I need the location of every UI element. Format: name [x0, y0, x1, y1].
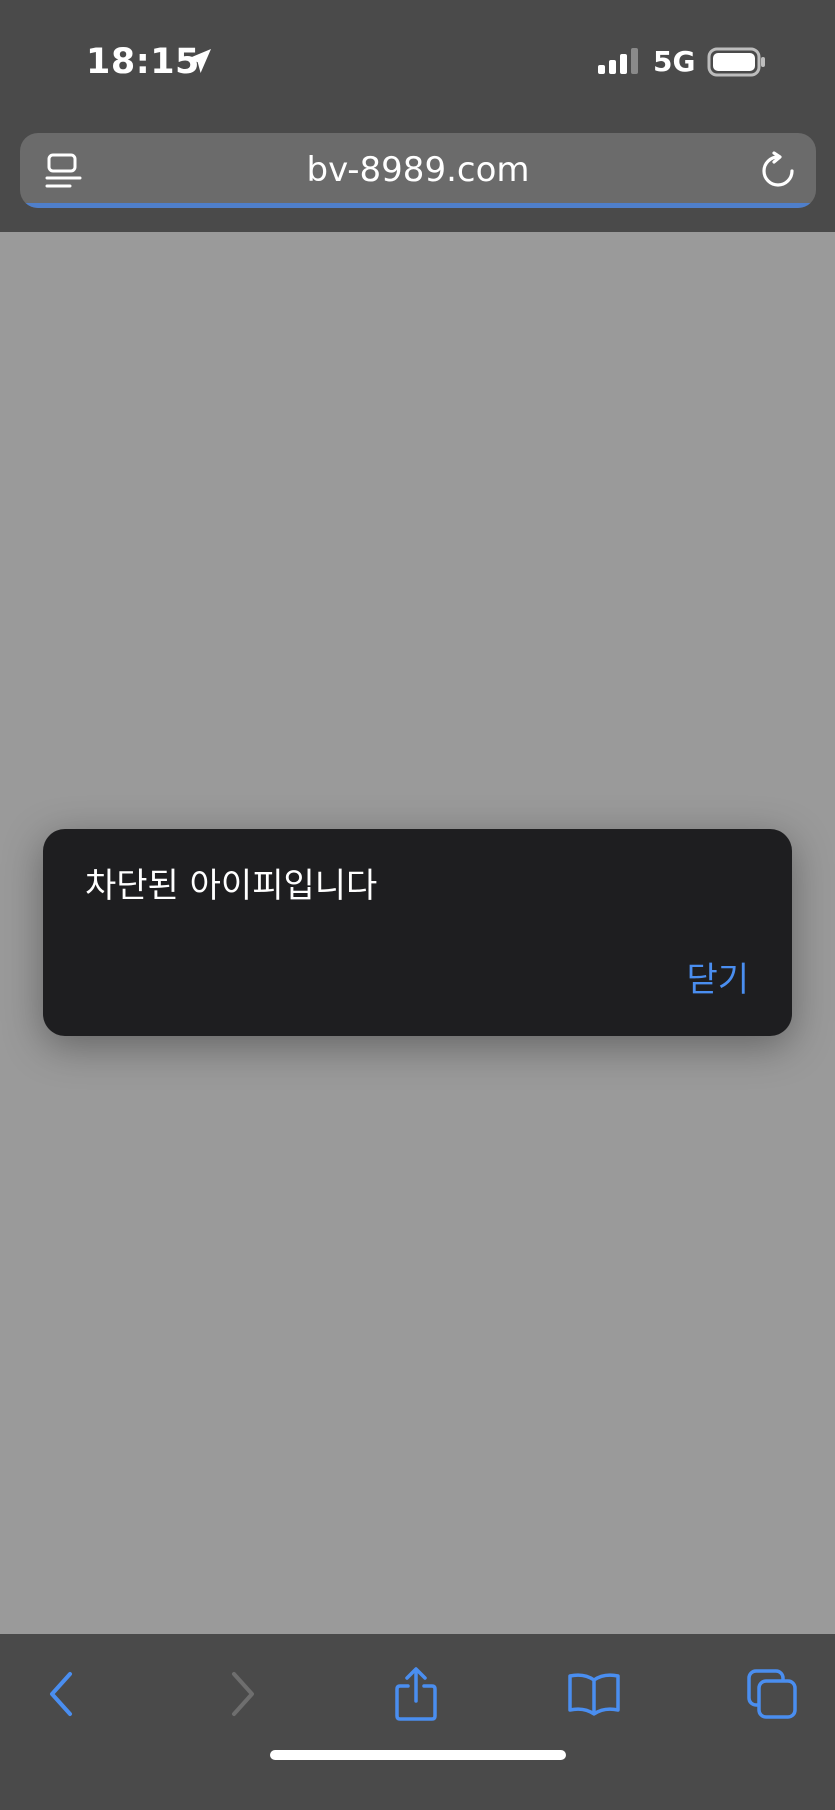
page-load-progress-bar — [20, 203, 816, 208]
alert-dialog: 차단된 아이피입니다 닫기 — [43, 829, 792, 1036]
share-button[interactable] — [386, 1664, 446, 1724]
browser-bottom-toolbar — [0, 1634, 835, 1810]
alert-message: 차단된 아이피입니다 — [85, 866, 378, 906]
network-type-label: 5G — [653, 45, 696, 78]
tabs-icon — [747, 1669, 797, 1719]
bookmarks-book-icon — [568, 1673, 620, 1716]
back-button[interactable] — [32, 1664, 92, 1724]
battery-icon — [707, 47, 765, 77]
phone-screen: 18:15 5G bv-8989.com 차단된 아이피입니다 닫기 — [0, 0, 835, 1810]
signal-bars-icon — [598, 48, 638, 74]
tabs-button[interactable] — [742, 1664, 802, 1724]
location-arrow-icon — [187, 49, 211, 73]
share-icon — [395, 1667, 437, 1721]
reload-icon[interactable] — [758, 151, 798, 191]
browser-top-chrome: 18:15 5G bv-8989.com — [0, 0, 835, 232]
home-indicator[interactable] — [270, 1750, 566, 1760]
back-chevron-icon — [50, 1672, 72, 1716]
forward-button[interactable] — [212, 1664, 272, 1724]
reader-mode-icon[interactable] — [44, 153, 84, 191]
alert-close-button[interactable]: 닫기 — [686, 957, 749, 1003]
forward-chevron-icon — [232, 1672, 254, 1716]
address-bar[interactable]: bv-8989.com — [20, 133, 816, 208]
bookmarks-button[interactable] — [564, 1664, 624, 1724]
url-text[interactable]: bv-8989.com — [100, 147, 736, 193]
